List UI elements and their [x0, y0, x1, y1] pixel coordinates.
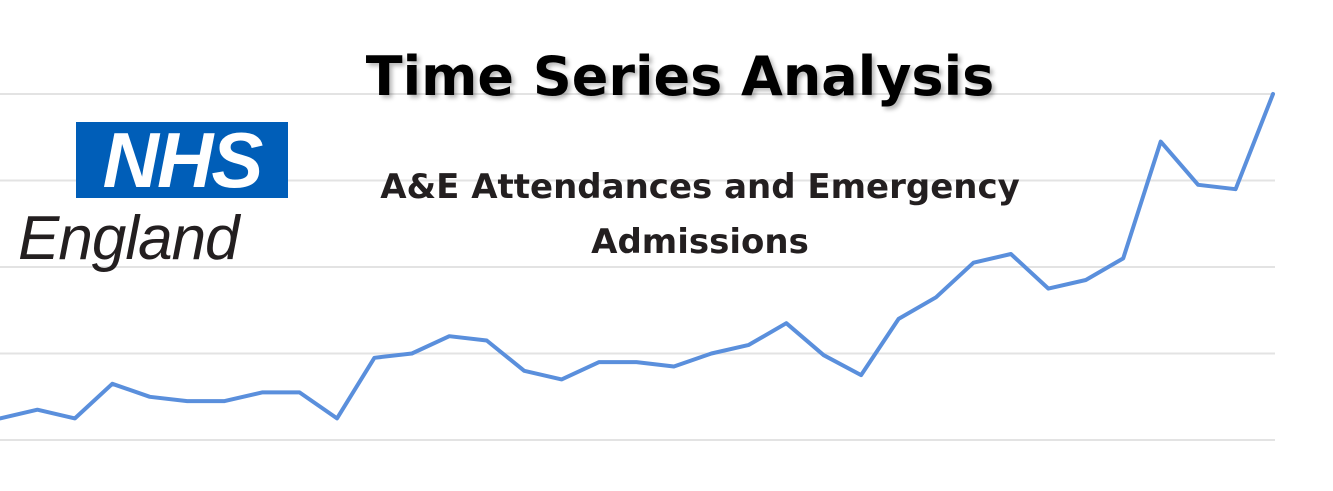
page-title: Time Series Analysis	[365, 45, 995, 108]
nhs-logo-text: NHS	[102, 116, 264, 204]
page-subtitle: A&E Attendances and Emergency Admissions	[380, 167, 1020, 262]
england-logo-text: England	[18, 204, 240, 273]
nhs-england-logo: NHS England	[18, 120, 288, 280]
